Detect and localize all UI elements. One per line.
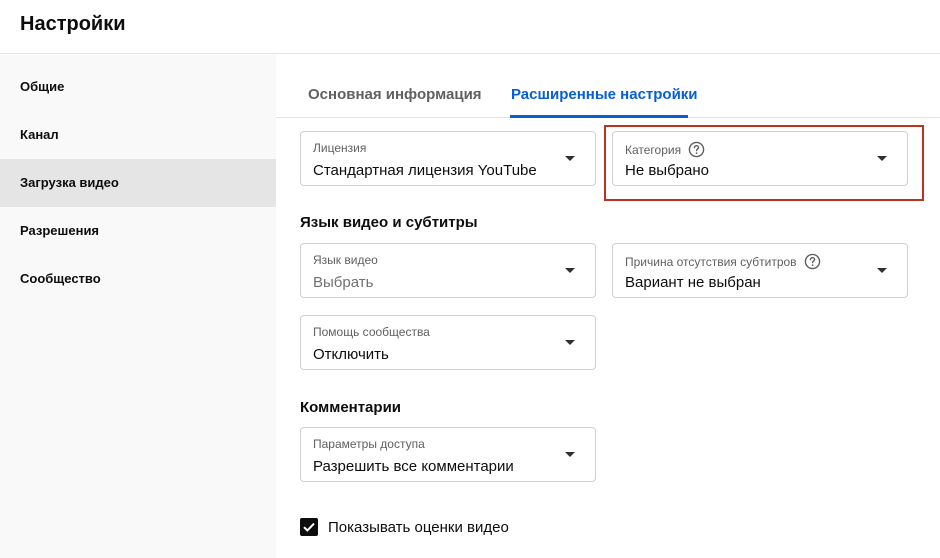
community-help-label: Помощь сообщества (313, 325, 430, 339)
comment-access-label: Параметры доступа (313, 437, 425, 451)
caption-reason-label: Причина отсутствия субтитров (625, 254, 797, 269)
caption-reason-dropdown[interactable]: Причина отсутствия субтитров Вариант не … (612, 243, 908, 298)
comment-access-value: Разрешить все комментарии (313, 458, 514, 475)
show-ratings-label[interactable]: Показывать оценки видео (328, 519, 509, 536)
header: Настройки (0, 0, 940, 54)
community-help-dropdown[interactable]: Помощь сообщества Отключить (300, 315, 596, 370)
page-title: Настройки (20, 13, 126, 35)
show-ratings-checkbox[interactable] (300, 518, 318, 536)
sidebar-item-upload-defaults[interactable]: Загрузка видео (0, 159, 276, 207)
license-value: Стандартная лицензия YouTube (313, 162, 537, 179)
chevron-down-icon (565, 452, 575, 457)
checkmark-icon (303, 522, 315, 532)
section-title-comments: Комментарии (300, 399, 402, 416)
video-language-value: Выбрать (313, 274, 374, 291)
section-title-language-captions: Язык видео и субтитры (300, 214, 478, 231)
chevron-down-icon (565, 340, 575, 345)
sidebar-item-community[interactable]: Сообщество (0, 255, 276, 303)
comment-access-dropdown[interactable]: Параметры доступа Разрешить все коммента… (300, 427, 596, 482)
tab-advanced-settings[interactable]: Расширенные настройки (511, 55, 698, 118)
sidebar-item-channel[interactable]: Канал (0, 111, 276, 159)
tab-bar: Основная информация Расширенные настройк… (276, 55, 940, 118)
highlight-annotation (604, 125, 924, 201)
video-language-dropdown[interactable]: Язык видео Выбрать (300, 243, 596, 298)
caption-reason-value: Вариант не выбран (625, 274, 761, 291)
active-tab-indicator (510, 115, 688, 118)
sidebar-item-permissions[interactable]: Разрешения (0, 207, 276, 255)
chevron-down-icon (877, 268, 887, 273)
video-language-label: Язык видео (313, 253, 378, 267)
license-dropdown[interactable]: Лицензия Стандартная лицензия YouTube (300, 131, 596, 186)
license-label: Лицензия (313, 141, 367, 155)
chevron-down-icon (565, 268, 575, 273)
caption-reason-label-row: Причина отсутствия субтитров (625, 253, 821, 270)
main-panel: Основная информация Расширенные настройк… (276, 55, 940, 558)
tab-basic-info[interactable]: Основная информация (308, 55, 482, 118)
chevron-down-icon (565, 156, 575, 161)
community-help-value: Отключить (313, 346, 389, 363)
sidebar-item-general[interactable]: Общие (0, 63, 276, 111)
sidebar: Общие Канал Загрузка видео Разрешения Со… (0, 55, 276, 558)
help-icon[interactable] (804, 253, 821, 270)
